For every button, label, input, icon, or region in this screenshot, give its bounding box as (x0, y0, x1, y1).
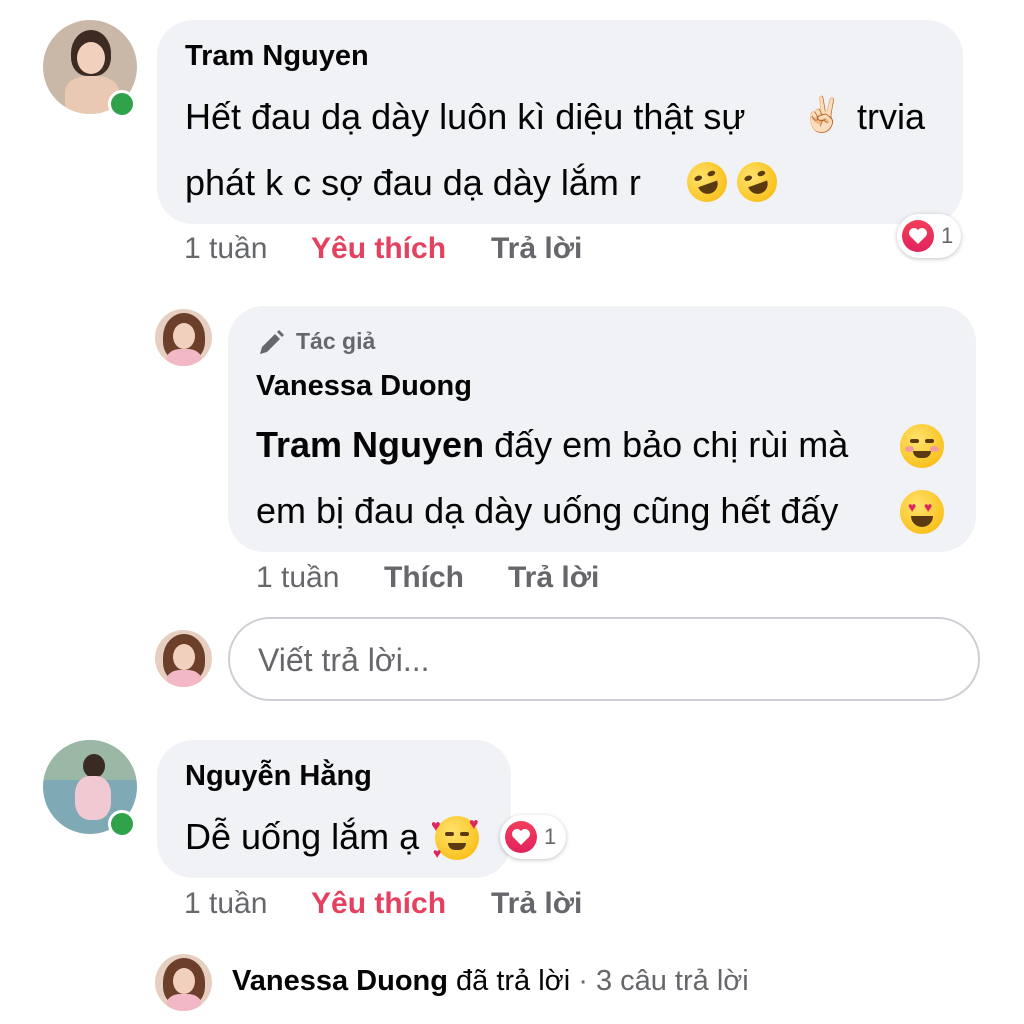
avatar-vanessa-duong[interactable] (155, 309, 212, 366)
comment-author[interactable]: Vanessa Duong (256, 370, 472, 403)
separator: · (570, 965, 596, 997)
reply-button[interactable]: Trả lời (491, 232, 582, 266)
view-replies-link[interactable]: Vanessa Duong đã trả lời · 3 câu trả lời (232, 965, 749, 998)
rofl-emoji (731, 156, 783, 208)
author-badge: Tác giả (296, 328, 376, 354)
comment-text-line1-rest: đấy em bảo chị rùi mà (484, 424, 849, 465)
comment-text-line2: phát k c sợ đau dạ dày lắm r (185, 162, 641, 203)
avatar-body (167, 349, 201, 366)
reply-input[interactable]: Viết trả lời... (228, 617, 980, 701)
pencil-icon (260, 330, 284, 354)
smiling-face-with-hearts-emoji: ♥ ♥ ♥ (431, 816, 479, 861)
victory-hand-emoji: ✌🏻 (801, 96, 844, 134)
avatar-vanessa-duong (155, 954, 212, 1011)
love-reaction-icon (505, 821, 537, 853)
reaction-count: 1 (544, 824, 557, 849)
reply-input-placeholder: Viết trả lời... (258, 642, 430, 678)
like-button[interactable]: Yêu thích (311, 232, 446, 266)
comment-text-line1: Hết đau dạ dày luôn kì diệu thật sự (185, 96, 746, 137)
online-status-dot (108, 810, 136, 838)
reply-action: đã trả lời (447, 965, 571, 997)
online-status-dot (108, 90, 136, 118)
reaction-count: 1 (941, 223, 954, 248)
mention-link[interactable]: Tram Nguyen (256, 424, 484, 465)
comment-timestamp[interactable]: 1 tuần (256, 561, 339, 595)
avatar-current-user (155, 630, 212, 687)
comment-text-line2: em bị đau dạ dày uống cũng hết đấy (256, 490, 839, 531)
comment-author[interactable]: Tram Nguyen (185, 40, 369, 73)
avatar-figure (83, 754, 105, 778)
like-button[interactable]: Thích (384, 561, 464, 595)
reply-button[interactable]: Trả lời (491, 887, 582, 921)
rofl-emoji (681, 156, 733, 208)
avatar-face (173, 323, 195, 349)
reply-count: 3 câu trả lời (595, 965, 749, 997)
avatar-face (77, 42, 105, 74)
comment-bubble[interactable]: Nguyễn Hằng Dễ uống lắm ạ ♥ ♥ ♥ (157, 740, 511, 878)
avatar-body (167, 994, 201, 1011)
avatar-body (167, 670, 201, 687)
avatar-face (173, 968, 195, 994)
avatar-body (75, 776, 111, 820)
comment-author[interactable]: Nguyễn Hằng (185, 760, 372, 793)
avatar-face (173, 644, 195, 670)
comment-text-line1: Tram Nguyen đấy em bảo chị rùi mà (256, 424, 848, 466)
like-button[interactable]: Yêu thích (311, 887, 446, 921)
reaction-summary[interactable]: 1 (897, 214, 961, 258)
comment-timestamp[interactable]: 1 tuần (184, 887, 267, 921)
comment-bubble[interactable]: Tác giả Vanessa Duong Tram Nguyen đấy em… (228, 306, 976, 552)
comment-bubble[interactable]: Tram Nguyen Hết đau dạ dày luôn kì diệu … (157, 20, 963, 224)
smiling-emoji (900, 424, 944, 468)
comment-text-line1: Dễ uống lắm ạ (185, 816, 420, 857)
reply-button[interactable]: Trả lời (508, 561, 599, 595)
love-reaction-icon (902, 220, 934, 252)
replier-name: Vanessa Duong (232, 965, 448, 997)
comment-text-line1-tail: trvia (857, 96, 926, 137)
comment-timestamp[interactable]: 1 tuần (184, 232, 267, 266)
heart-eyes-emoji: ♥ ♥ (900, 490, 944, 534)
reaction-summary[interactable]: 1 (500, 815, 566, 859)
